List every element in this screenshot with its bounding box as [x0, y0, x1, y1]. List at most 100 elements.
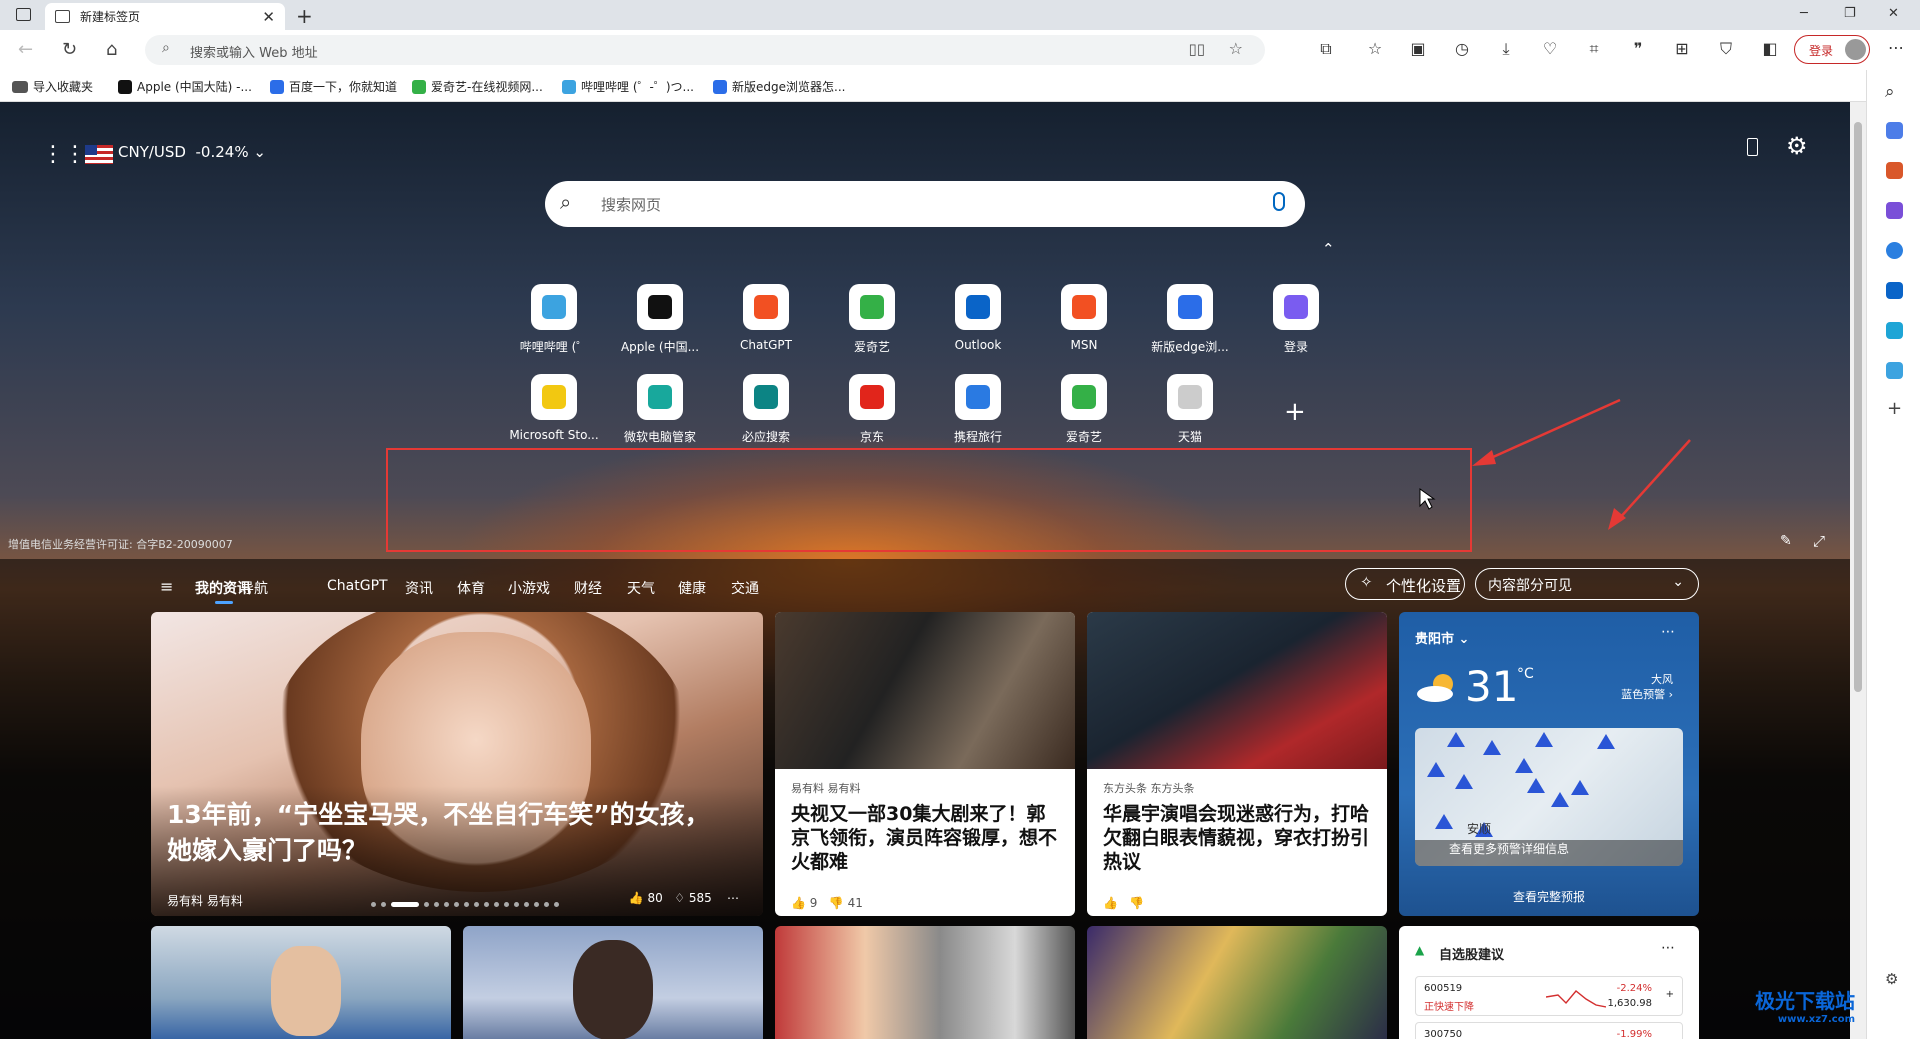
hamburger-icon[interactable]: ≡	[160, 577, 173, 596]
send-icon[interactable]	[1886, 322, 1903, 339]
more-menu-icon[interactable]: ⋯	[1888, 38, 1904, 57]
favorites-icon[interactable]: ☆	[1364, 39, 1386, 58]
active-tab-underline	[215, 601, 233, 604]
expand-icon[interactable]: ⤢	[1813, 532, 1825, 550]
health-icon[interactable]: ♡	[1539, 39, 1561, 58]
apps-icon[interactable]: ⊞	[1671, 39, 1693, 58]
close-window-icon[interactable]: ✕	[1888, 6, 1899, 21]
close-tab-icon[interactable]: ✕	[262, 8, 275, 26]
scrollbar-thumb[interactable]	[1854, 122, 1862, 692]
outlook-icon[interactable]	[1886, 282, 1903, 299]
news-card[interactable]	[151, 926, 451, 1039]
news-tab[interactable]: 交通	[731, 578, 759, 598]
news-tab[interactable]: 资讯	[405, 578, 433, 598]
hero-likes: 80	[647, 891, 663, 905]
dislike-icon[interactable]: 👎	[829, 896, 844, 910]
dislike-icon[interactable]: 👎	[1129, 896, 1144, 910]
stock-title: 自选股建议	[1439, 948, 1505, 963]
refresh-icon[interactable]: ↻	[62, 39, 77, 60]
apple-icon	[118, 79, 132, 94]
restore-icon[interactable]: ❐	[1844, 6, 1856, 21]
sidebar-toggle-icon[interactable]: ◧	[1759, 39, 1781, 58]
like-icon[interactable]: 👍	[629, 891, 644, 905]
search-icon[interactable]: ⌕	[1885, 82, 1895, 102]
weather-warning[interactable]: 大风 蓝色预警 ›	[1621, 672, 1673, 702]
news-title: 华晨宇演唱会现迷惑行为，打哈欠翻白眼表情藐视，穿衣打扮引热议	[1103, 803, 1370, 873]
download-icon[interactable]: ⤓	[1495, 39, 1517, 59]
history-icon[interactable]: ◷	[1451, 39, 1473, 58]
news-card[interactable]: 易有料 易有料 央视又一部30集大剧来了！郭京飞领衔，演员阵容锻厚，想不火都难 …	[775, 612, 1075, 916]
home-icon[interactable]: ⌂	[106, 39, 117, 60]
news-card[interactable]	[463, 926, 763, 1039]
more-icon[interactable]: ⋯	[727, 891, 739, 905]
comment-icon[interactable]: ♢	[674, 891, 685, 905]
security-icon[interactable]: ⛉	[1715, 39, 1737, 59]
back-icon[interactable]: ←	[18, 39, 33, 60]
more-icon[interactable]: ⋯	[1661, 940, 1675, 956]
personalize-button[interactable]: ✧ 个性化设置	[1345, 568, 1465, 600]
tab-new-tab[interactable]: 新建标签页 ✕	[45, 3, 285, 30]
news-card[interactable]: 东方头条 东方头条 华晨宇演唱会现迷惑行为，打哈欠翻白眼表情藐视，穿衣打扮引热议…	[1087, 612, 1387, 916]
warning-icon	[1427, 762, 1445, 777]
new-tab-button[interactable]: +	[296, 4, 313, 28]
toolbar: ← ↻ ⌂ ⌕ 搜索或输入 Web 地址 ▯▯ ☆ ⧉ ☆ ▣ ◷ ⤓ ♡ ⌗ …	[0, 30, 1920, 70]
bookmark-baidu[interactable]: 百度一下，你就知道	[270, 78, 397, 95]
weather-city[interactable]: 贵阳市 ⌄	[1415, 628, 1469, 647]
minimize-icon[interactable]: ─	[1800, 6, 1808, 21]
news-tab[interactable]: 财经	[574, 578, 602, 598]
address-bar[interactable]: ⌕ 搜索或输入 Web 地址 ▯▯ ☆	[145, 35, 1265, 65]
news-tab[interactable]: 小游戏	[508, 578, 550, 598]
screenshot-icon[interactable]: ⌗	[1583, 39, 1605, 59]
like-icon[interactable]: 👍	[791, 896, 806, 910]
stock-row[interactable]: 600519 正快速下降 -2.24% 1,630.98 +	[1415, 976, 1683, 1016]
full-forecast-link[interactable]: 查看完整预报	[1399, 888, 1699, 905]
like-icon[interactable]: 👍	[1103, 896, 1118, 910]
weather-card[interactable]: 贵阳市 ⌄ ⋯ 31 °C 大风 蓝色预警 › 安顺 查看更多预警详细信息 查看…	[1399, 612, 1699, 916]
content-visibility-dropdown[interactable]: 内容部分可见 ⌄	[1475, 568, 1699, 600]
news-card[interactable]	[775, 926, 1075, 1039]
edit-background-icon[interactable]: ✎	[1780, 533, 1792, 549]
extensions-icon[interactable]: ⧉	[1315, 39, 1337, 59]
collections-icon[interactable]: ▣	[1407, 39, 1429, 58]
scrollbar[interactable]	[1850, 102, 1866, 1039]
bookmark-label: 导入收藏夹	[33, 80, 94, 94]
news-tab[interactable]: 天气	[627, 578, 655, 598]
warning-icon	[1597, 734, 1615, 749]
games-icon[interactable]	[1886, 202, 1903, 219]
stock-row[interactable]: 300750 -1.99%	[1415, 1022, 1683, 1039]
hero-title: 13年前，“宁坐宝马哭，不坐自行车笑”的女孩，她嫁入豪门了吗？	[167, 800, 710, 865]
warning-icon	[1447, 732, 1465, 747]
warning-icon	[1515, 758, 1533, 773]
favorite-add-icon[interactable]: ☆	[1229, 39, 1243, 58]
warning-icon	[1551, 792, 1569, 807]
bookmark-iqiyi[interactable]: 爱奇艺-在线视频网...	[412, 78, 543, 95]
partly-cloudy-icon	[1417, 674, 1453, 702]
quote-icon[interactable]: ❞	[1627, 39, 1649, 58]
customize-icon[interactable]: ⚙	[1885, 970, 1898, 988]
tab-actions-icon[interactable]	[16, 8, 31, 21]
stock-card[interactable]: ▲ 自选股建议 ⋯ 600519 正快速下降 -2.24% 1,630.98 +…	[1399, 926, 1699, 1039]
add-stock-icon[interactable]: +	[1666, 989, 1674, 1000]
news-tab[interactable]: 体育	[457, 578, 485, 598]
shopping-icon[interactable]	[1886, 122, 1903, 139]
add-icon[interactable]: +	[1887, 398, 1902, 419]
bookmark-label: 爱奇艺-在线视频网...	[431, 80, 543, 94]
office-icon[interactable]	[1886, 242, 1903, 259]
news-tab[interactable]: 导航	[240, 578, 268, 598]
news-card[interactable]	[1087, 926, 1387, 1039]
more-icon[interactable]: ⋯	[1661, 624, 1675, 640]
bookmark-edge[interactable]: 新版edge浏览器怎...	[713, 78, 845, 95]
reading-view-icon[interactable]: ▯▯	[1188, 40, 1205, 58]
bilibili-icon[interactable]	[1886, 362, 1903, 379]
bookmark-import[interactable]: 导入收藏夹	[12, 78, 93, 95]
news-tab[interactable]: 健康	[678, 578, 706, 598]
carousel-dots[interactable]	[371, 902, 559, 907]
page-icon	[55, 10, 70, 23]
hero-news-card[interactable]: 13年前，“宁坐宝马哭，不坐自行车笑”的女孩，她嫁入豪门了吗？ 易有料 易有料 …	[151, 612, 763, 916]
news-tab[interactable]: ChatGPT	[327, 578, 388, 594]
login-button[interactable]: 登录	[1794, 35, 1870, 64]
bookmark-bilibili[interactable]: 哔哩哔哩 (゜-゜)つ...	[562, 78, 694, 95]
tab-strip: 新建标签页 ✕ + ─ ❐ ✕	[0, 0, 1920, 30]
bookmark-apple[interactable]: Apple (中国大陆) -...	[118, 78, 252, 95]
tools-icon[interactable]	[1886, 162, 1903, 179]
